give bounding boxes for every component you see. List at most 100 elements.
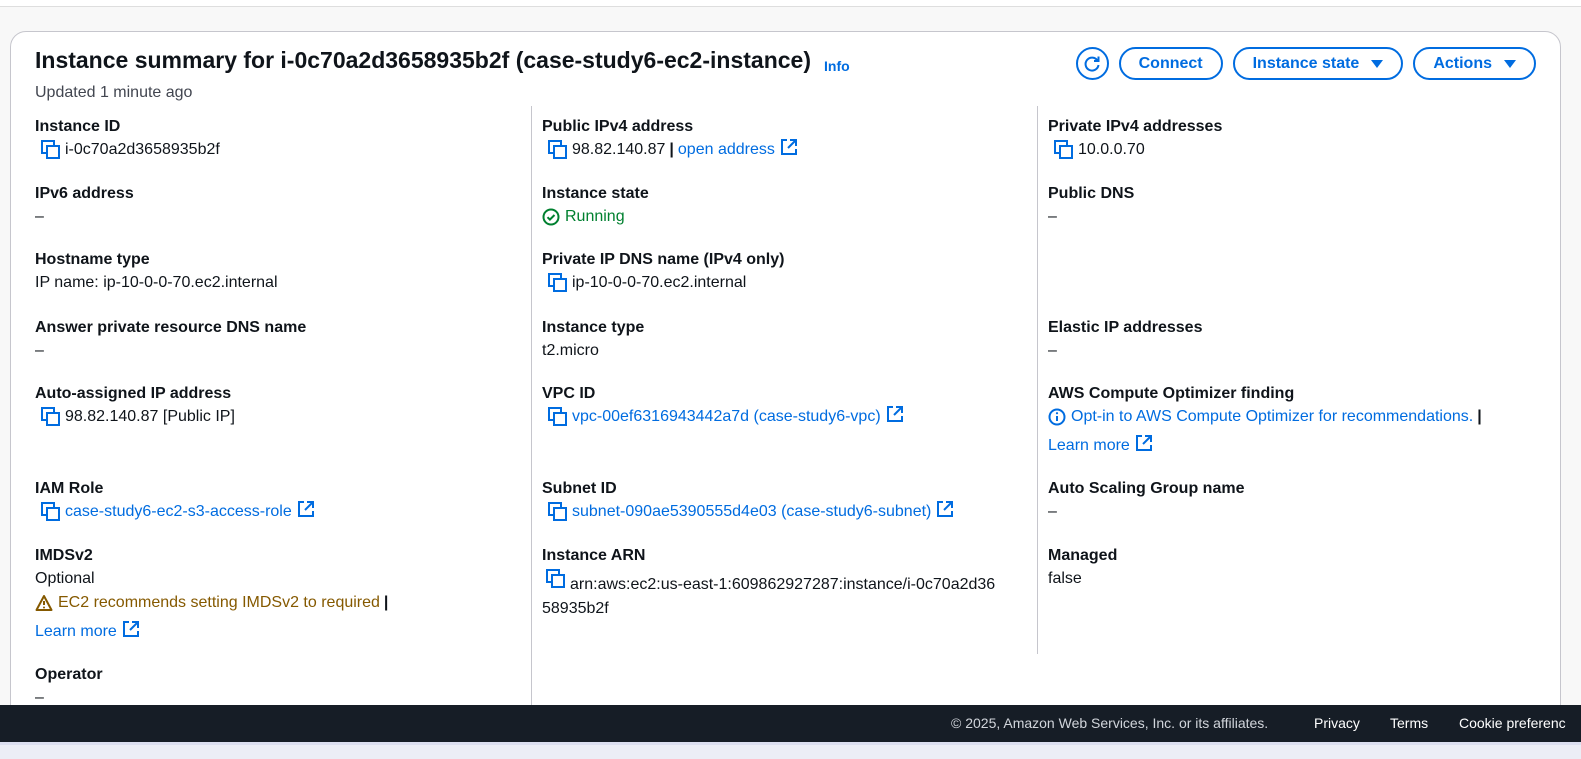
- asg-value: –: [1048, 503, 1057, 520]
- actions-dropdown[interactable]: Actions: [1413, 47, 1536, 80]
- optimizer-optin-text: Opt-in to AWS Compute Optimizer for reco…: [1071, 408, 1474, 425]
- field-public-ipv4: Public IPv4 address 98.82.140.87 | open ad…: [542, 116, 1037, 162]
- copy-icon[interactable]: [547, 139, 569, 161]
- arn-value: arn:aws:ec2:us-east-1:609862927287:insta…: [570, 576, 996, 593]
- external-link-icon[interactable]: [780, 138, 798, 156]
- field-label: Private IP DNS name (IPv4 only): [542, 251, 785, 268]
- field-imdsv2: IMDSv2 Optional EC2 recommends setting I…: [35, 545, 530, 644]
- external-link-icon[interactable]: [936, 500, 954, 518]
- copy-icon[interactable]: [40, 406, 62, 428]
- copy-icon[interactable]: [545, 568, 567, 590]
- elastic-ip-value: –: [1048, 342, 1057, 359]
- field-label: Private IPv4 addresses: [1048, 118, 1223, 135]
- field-instance-arn: Instance ARN arn:aws:ec2:us-east-1:60986…: [542, 545, 1037, 621]
- iam-role-link[interactable]: case-study6-ec2-s3-access-role: [65, 500, 292, 524]
- refresh-button[interactable]: [1075, 47, 1109, 80]
- status-badge: Running: [542, 205, 625, 229]
- field-label: Elastic IP addresses: [1048, 319, 1203, 336]
- copy-icon[interactable]: [547, 501, 569, 523]
- instance-state-dropdown[interactable]: Instance state: [1232, 47, 1404, 80]
- field-label: IPv6 address: [35, 185, 134, 202]
- managed-value: false: [1048, 570, 1082, 587]
- field-label: IMDSv2: [35, 547, 93, 564]
- field-managed: Managed false: [1048, 545, 1543, 591]
- field-hostname-type: Hostname type IP name: ip-10-0-0-70.ec2.…: [35, 249, 530, 295]
- field-label: Public IPv4 address: [542, 118, 694, 135]
- instance-state-label: Instance state: [1252, 54, 1360, 72]
- field-ipv6: IPv6 address –: [35, 183, 530, 229]
- copy-icon[interactable]: [1053, 139, 1075, 161]
- field-label: AWS Compute Optimizer finding: [1048, 385, 1295, 402]
- privacy-link[interactable]: Privacy: [1314, 715, 1360, 731]
- footer: © 2025, Amazon Web Services, Inc. or its…: [0, 705, 1581, 742]
- field-private-dns: Private IP DNS name (IPv4 only) ip-10-0-…: [542, 249, 1037, 295]
- instance-id-value: i-0c70a2d3658935b2f: [65, 141, 220, 158]
- check-circle-icon: [542, 208, 560, 226]
- field-answer-dns: Answer private resource DNS name –: [35, 317, 530, 363]
- field-label: Managed: [1048, 547, 1118, 564]
- external-link-icon[interactable]: [122, 620, 140, 638]
- public-dns-value: –: [1048, 208, 1057, 225]
- field-public-dns: Public DNS –: [1048, 183, 1543, 229]
- copy-icon[interactable]: [547, 406, 569, 428]
- instance-summary-panel: Instance summary for i-0c70a2d3658935b2f…: [10, 31, 1561, 741]
- info-link[interactable]: Info: [824, 58, 850, 74]
- learn-more-link[interactable]: Learn more: [1048, 434, 1130, 458]
- connect-label: Connect: [1138, 54, 1203, 72]
- external-link-icon[interactable]: [886, 405, 904, 423]
- field-operator: Operator –: [35, 664, 530, 710]
- private-dns-value: ip-10-0-0-70.ec2.internal: [572, 274, 747, 291]
- field-label: Hostname type: [35, 251, 150, 268]
- info-icon: [1048, 408, 1066, 426]
- field-label: Public DNS: [1048, 185, 1135, 202]
- field-instance-id: Instance ID i-0c70a2d3658935b2f: [35, 116, 530, 162]
- subnet-link[interactable]: subnet-090ae5390555d4e03 (case-study6-su…: [572, 500, 931, 524]
- caret-down-icon: [1371, 59, 1384, 68]
- caret-down-icon: [1504, 59, 1516, 68]
- optimizer-optin[interactable]: Opt-in to AWS Compute Optimizer for reco…: [1048, 405, 1473, 429]
- field-label: Subnet ID: [542, 480, 617, 497]
- field-label: Auto-assigned IP address: [35, 385, 232, 402]
- top-bar: [0, 0, 1581, 7]
- cookie-preferences-link[interactable]: Cookie preferenc: [1459, 715, 1566, 731]
- refresh-icon: [1084, 56, 1100, 72]
- field-compute-optimizer: AWS Compute Optimizer finding Opt-in to …: [1048, 383, 1543, 458]
- imdsv2-warning: EC2 recommends setting IMDSv2 to require…: [35, 591, 380, 615]
- updated-timestamp: Updated 1 minute ago: [35, 84, 193, 101]
- external-link-icon[interactable]: [297, 500, 315, 518]
- field-asg-name: Auto Scaling Group name –: [1048, 478, 1543, 524]
- separator: |: [669, 141, 674, 158]
- external-link-icon[interactable]: [1135, 434, 1153, 452]
- field-label: Instance type: [542, 319, 645, 336]
- public-ipv4-value: 98.82.140.87: [572, 141, 666, 158]
- vpc-link[interactable]: vpc-00ef6316943442a7d (case-study6-vpc): [572, 405, 881, 429]
- learn-more-link[interactable]: Learn more: [35, 620, 117, 644]
- bottom-strip: [0, 742, 1581, 759]
- field-label: Instance state: [542, 185, 649, 202]
- field-label: VPC ID: [542, 385, 596, 402]
- copy-icon[interactable]: [40, 139, 62, 161]
- copy-icon[interactable]: [40, 501, 62, 523]
- separator: |: [1477, 408, 1482, 425]
- instance-state-value: Running: [565, 208, 625, 225]
- field-label: Answer private resource DNS name: [35, 319, 307, 336]
- field-label: Auto Scaling Group name: [1048, 480, 1245, 497]
- copy-icon[interactable]: [547, 272, 569, 294]
- ipv6-value: –: [35, 208, 44, 225]
- warning-text: EC2 recommends setting IMDSv2 to require…: [58, 594, 380, 611]
- auto-ip-value: 98.82.140.87 [Public IP]: [65, 408, 235, 425]
- field-elastic-ip: Elastic IP addresses –: [1048, 317, 1543, 363]
- open-address-link[interactable]: open address: [678, 138, 775, 162]
- field-label: IAM Role: [35, 480, 104, 497]
- column-divider: [1037, 106, 1038, 654]
- imdsv2-value: Optional: [35, 570, 95, 587]
- field-auto-ip: Auto-assigned IP address 98.82.140.87 [P…: [35, 383, 530, 429]
- terms-link[interactable]: Terms: [1390, 715, 1428, 731]
- page-title: Instance summary for i-0c70a2d3658935b2f…: [35, 47, 811, 73]
- field-subnet-id: Subnet ID subnet-090ae5390555d4e03 (case…: [542, 478, 1037, 524]
- panel-header: Instance summary for i-0c70a2d3658935b2f…: [35, 47, 1536, 107]
- field-label: Operator: [35, 666, 103, 683]
- connect-button[interactable]: Connect: [1118, 47, 1223, 80]
- instance-type-value: t2.micro: [542, 342, 599, 359]
- column-divider: [531, 106, 532, 740]
